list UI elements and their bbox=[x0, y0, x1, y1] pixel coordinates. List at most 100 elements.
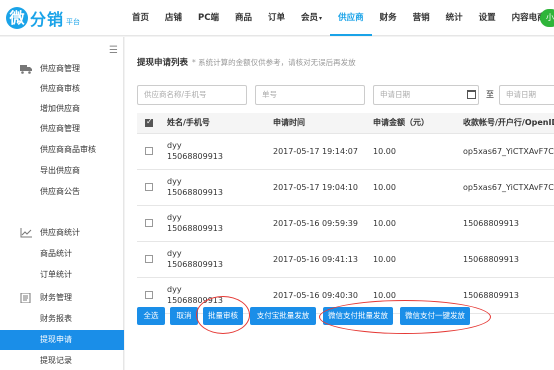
row-name: dyy bbox=[167, 177, 182, 186]
select-all-header-cell bbox=[137, 113, 161, 134]
time-cell: 2017-05-17 19:04:10 bbox=[267, 169, 367, 206]
cancel-button[interactable]: 取消 bbox=[170, 307, 198, 325]
nav-item-statistics[interactable]: 统计 bbox=[438, 0, 471, 36]
hamburger-icon[interactable]: ☰ bbox=[109, 45, 118, 56]
row-checkbox[interactable] bbox=[145, 219, 153, 227]
column-header-account[interactable]: 收款帐号/开户行/OpenID bbox=[457, 113, 554, 134]
row-checkbox-cell bbox=[137, 133, 161, 170]
sidebar-item-withdraw-history[interactable]: 提现记录 bbox=[0, 351, 124, 370]
row-phone: 15068809913 bbox=[167, 260, 223, 269]
sidebar-group-finance[interactable]: 财务管理 bbox=[0, 288, 124, 308]
top-bar: 微 分销 平台 首页 店铺 PC端 商品 订单 会员▾ 供应商 财务 营销 统计… bbox=[0, 0, 554, 36]
sidebar-item-supplier-announcement[interactable]: 供应商公告 bbox=[0, 182, 124, 202]
alipay-batch-payout-button[interactable]: 支付宝批量发放 bbox=[250, 307, 316, 325]
row-phone: 15068809913 bbox=[167, 296, 223, 305]
table-row[interactable]: dyy 15068809913 2017-05-17 19:04:10 10.00… bbox=[137, 169, 554, 206]
sidebar-item-supplier-product-review[interactable]: 供应商商品审核 bbox=[0, 140, 124, 160]
row-checkbox[interactable] bbox=[145, 147, 153, 155]
row-name: dyy bbox=[167, 213, 182, 222]
page-title: 提现申请列表 * 系统计算的金额仅供参考，请核对无误后再发放 bbox=[137, 58, 356, 68]
order-number-input[interactable]: 单号 bbox=[255, 85, 365, 105]
document-icon bbox=[20, 293, 31, 303]
row-name: dyy bbox=[167, 249, 182, 258]
amount-cell: 10.00 bbox=[367, 241, 457, 278]
account-cell: 15068809913 bbox=[457, 241, 554, 278]
logo-mark: 微 bbox=[6, 7, 28, 29]
chevron-down-icon: ▾ bbox=[319, 15, 323, 22]
nav-item-finance[interactable]: 财务 bbox=[372, 0, 405, 36]
column-header-time[interactable]: 申请时间 bbox=[267, 113, 367, 134]
row-checkbox[interactable] bbox=[145, 183, 153, 191]
main-nav: 首页 店铺 PC端 商品 订单 会员▾ 供应商 财务 营销 统计 设置 内容电商 bbox=[124, 0, 554, 36]
main-content: 提现申请列表 * 系统计算的金额仅供参考，请核对无误后再发放 供应商名称/手机号 … bbox=[125, 37, 554, 370]
row-name: dyy bbox=[167, 141, 182, 150]
account-cell: op5xas67_YiCTXAvF7CeTciez... bbox=[457, 169, 554, 206]
logo-text: 分销 bbox=[30, 10, 65, 29]
time-cell: 2017-05-17 19:14:07 bbox=[267, 133, 367, 170]
nav-item-marketing[interactable]: 营销 bbox=[405, 0, 438, 36]
select-all-button[interactable]: 全选 bbox=[137, 307, 165, 325]
row-checkbox[interactable] bbox=[145, 255, 153, 263]
account-cell: 15068809913 bbox=[457, 205, 554, 242]
sidebar-item-product-stats[interactable]: 商品统计 bbox=[0, 244, 124, 264]
nav-item-suppliers[interactable]: 供应商 bbox=[330, 0, 372, 36]
column-header-amount[interactable]: 申请金额（元） bbox=[367, 113, 457, 134]
table-header-row: 姓名/手机号 申请时间 申请金额（元） 收款帐号/开户行/OpenID bbox=[137, 113, 554, 134]
nav-item-members[interactable]: 会员▾ bbox=[293, 0, 330, 36]
row-checkbox[interactable] bbox=[145, 291, 153, 299]
calendar-icon[interactable] bbox=[467, 90, 476, 99]
row-checkbox-cell bbox=[137, 169, 161, 206]
table-row[interactable]: dyy 15068809913 2017-05-16 09:41:13 10.00… bbox=[137, 241, 554, 278]
select-all-checkbox[interactable] bbox=[145, 117, 153, 127]
nav-item-orders[interactable]: 订单 bbox=[260, 0, 293, 36]
wechat-oneclick-payout-button[interactable]: 微信支付一键发放 bbox=[400, 307, 470, 325]
name-cell: dyy 15068809913 bbox=[161, 205, 267, 242]
amount-cell: 10.00 bbox=[367, 205, 457, 242]
row-checkbox-cell bbox=[137, 205, 161, 242]
name-cell: dyy 15068809913 bbox=[161, 241, 267, 278]
logo-subtitle: 平台 bbox=[66, 18, 81, 26]
sidebar-item-finance-report[interactable]: 财务报表 bbox=[0, 309, 124, 329]
nav-item-products[interactable]: 商品 bbox=[227, 0, 260, 36]
amount-cell: 10.00 bbox=[367, 133, 457, 170]
account-cell: op5xas67_YiCTXAvF7CeTciez... bbox=[457, 133, 554, 170]
date-start-input[interactable]: 申请日期 bbox=[373, 85, 479, 105]
row-phone: 15068809913 bbox=[167, 152, 223, 161]
line-chart-icon bbox=[20, 228, 32, 238]
date-range-separator: 至 bbox=[486, 90, 494, 99]
nav-item-settings[interactable]: 设置 bbox=[471, 0, 504, 36]
time-cell: 2017-05-16 09:59:39 bbox=[267, 205, 367, 242]
row-name: dyy bbox=[167, 285, 182, 294]
row-phone: 15068809913 bbox=[167, 188, 223, 197]
name-cell: dyy 15068809913 bbox=[161, 133, 267, 170]
truck-icon bbox=[20, 65, 32, 74]
withdraw-table: 姓名/手机号 申请时间 申请金额（元） 收款帐号/开户行/OpenID dyy 1… bbox=[137, 113, 554, 314]
sidebar-item-order-stats[interactable]: 订单统计 bbox=[0, 265, 124, 285]
nav-item-pc[interactable]: PC端 bbox=[190, 0, 227, 36]
sidebar-item-supplier-review[interactable]: 供应商审核 bbox=[0, 79, 124, 99]
sidebar-group-supplier-management[interactable]: 供应商管理 bbox=[0, 59, 124, 79]
sidebar-item-supplier-manage[interactable]: 供应商管理 bbox=[0, 119, 124, 139]
sidebar-item-export-suppliers[interactable]: 导出供应商 bbox=[0, 161, 124, 181]
sidebar-group-supplier-stats[interactable]: 供应商统计 bbox=[0, 223, 124, 243]
logo[interactable]: 微 分销 平台 bbox=[6, 5, 80, 31]
mini-program-chip[interactable]: 小 bbox=[540, 9, 554, 27]
nav-item-store[interactable]: 店铺 bbox=[157, 0, 190, 36]
table-row[interactable]: dyy 15068809913 2017-05-16 09:59:39 10.00… bbox=[137, 205, 554, 242]
sidebar-item-withdraw-request[interactable]: 提现申请 bbox=[0, 330, 124, 350]
batch-review-button[interactable]: 批量审核 bbox=[203, 307, 243, 325]
account-cell: 15068809913 bbox=[457, 277, 554, 314]
sidebar: ☰ 供应商管理 供应商审核 增加供应商 供应商管理 供应商商品审核 导出供应商 … bbox=[0, 37, 124, 370]
sidebar-item-add-supplier[interactable]: 增加供应商 bbox=[0, 99, 124, 119]
nav-item-home[interactable]: 首页 bbox=[124, 0, 157, 36]
date-end-input[interactable]: 申请日期 bbox=[499, 85, 554, 105]
row-phone: 15068809913 bbox=[167, 224, 223, 233]
supplier-search-input[interactable]: 供应商名称/手机号 bbox=[137, 85, 247, 105]
table-row[interactable]: dyy 15068809913 2017-05-17 19:14:07 10.00… bbox=[137, 133, 554, 170]
amount-cell: 10.00 bbox=[367, 169, 457, 206]
column-header-name[interactable]: 姓名/手机号 bbox=[161, 113, 267, 134]
time-cell: 2017-05-16 09:41:13 bbox=[267, 241, 367, 278]
page-note: * 系统计算的金额仅供参考，请核对无误后再发放 bbox=[192, 58, 356, 67]
wechat-batch-payout-button[interactable]: 微信支付批量发放 bbox=[323, 307, 393, 325]
row-checkbox-cell bbox=[137, 241, 161, 278]
